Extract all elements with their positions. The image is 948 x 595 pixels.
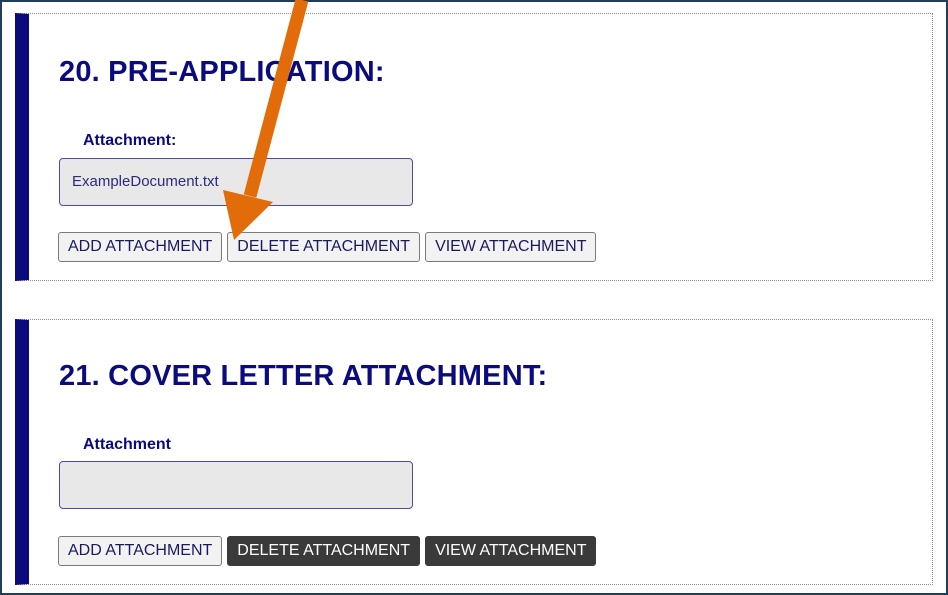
add-attachment-button[interactable]: ADD ATTACHMENT (58, 536, 223, 566)
view-attachment-button[interactable]: VIEW ATTACHMENT (425, 232, 597, 262)
attachment-button-row: ADD ATTACHMENT DELETE ATTACHMENT VIEW AT… (58, 536, 597, 566)
attachment-label: Attachment: (83, 132, 177, 149)
delete-attachment-button: DELETE ATTACHMENT (227, 536, 421, 566)
attachment-label: Attachment (83, 436, 172, 453)
attachment-file-field[interactable] (59, 461, 413, 509)
view-attachment-button: VIEW ATTACHMENT (425, 536, 597, 566)
attachment-button-row: ADD ATTACHMENT DELETE ATTACHMENT VIEW AT… (58, 232, 597, 262)
delete-attachment-button[interactable]: DELETE ATTACHMENT (227, 232, 421, 262)
section-pre-application: 20. PRE-APPLICATION: Attachment: Example… (15, 13, 933, 281)
add-attachment-button[interactable]: ADD ATTACHMENT (58, 232, 223, 262)
section-title: 21. COVER LETTER ATTACHMENT: (59, 360, 548, 392)
attachment-file-field[interactable]: ExampleDocument.txt (59, 158, 413, 206)
section-title: 20. PRE-APPLICATION: (59, 56, 385, 88)
section-cover-letter-attachment: 21. COVER LETTER ATTACHMENT: Attachment … (15, 319, 933, 585)
